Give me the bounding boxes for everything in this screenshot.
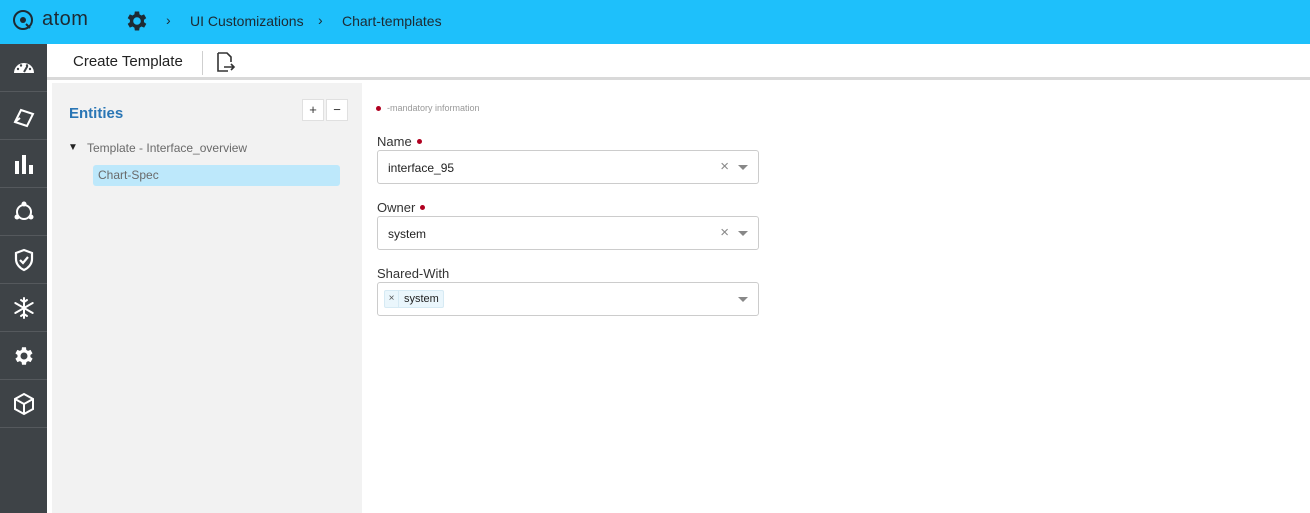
name-label: Name	[377, 134, 422, 149]
nav-inventory[interactable]	[0, 92, 47, 140]
snowflake-icon	[13, 296, 34, 319]
chip-label: system	[404, 293, 439, 305]
entities-title: Entities	[69, 105, 124, 122]
nav-freeze[interactable]	[0, 284, 47, 332]
mandatory-note: -mandatory information	[376, 103, 480, 113]
logo-text: atom	[42, 8, 89, 30]
left-nav	[0, 44, 47, 513]
nav-modules[interactable]	[0, 380, 47, 428]
required-dot-icon	[416, 139, 422, 144]
create-template-button[interactable]: Create Template	[73, 53, 183, 70]
nav-analytics[interactable]	[0, 140, 47, 188]
shared-with-select[interactable]: × system	[377, 282, 759, 316]
mandatory-note-text: -mandatory information	[387, 103, 480, 113]
toolbar-divider	[202, 51, 203, 75]
chevron-right-icon: ›	[318, 12, 323, 28]
shared-with-chip: × system	[384, 290, 444, 308]
owner-label-text: Owner	[377, 200, 416, 215]
remove-chip-icon[interactable]: ×	[385, 291, 399, 307]
tree-item-template[interactable]: Template - Interface_overview	[87, 141, 247, 155]
atom-logo-icon	[13, 9, 33, 30]
breadcrumb-chart-templates[interactable]: Chart-templates	[342, 13, 442, 29]
mandatory-dot-icon	[376, 105, 381, 111]
chevron-down-icon[interactable]	[738, 297, 748, 302]
entities-panel: Entities + − ▼ Template - Interface_over…	[52, 83, 362, 513]
chevron-right-icon: ›	[166, 12, 171, 28]
nav-security[interactable]	[0, 236, 47, 284]
name-label-text: Name	[377, 134, 412, 149]
export-file-icon	[217, 52, 236, 72]
clear-icon[interactable]: ×	[720, 159, 729, 175]
app-logo[interactable]: atom	[12, 8, 88, 31]
add-entity-button[interactable]: +	[302, 99, 324, 121]
nav-dashboard[interactable]	[0, 44, 47, 92]
chevron-down-icon[interactable]	[738, 231, 748, 236]
top-bar: atom › UI Customizations › Chart-templat…	[0, 0, 1310, 44]
owner-value: system	[388, 227, 427, 241]
chevron-down-icon[interactable]	[738, 165, 748, 170]
settings-gear-icon[interactable]	[124, 8, 150, 39]
remove-entity-button[interactable]: −	[326, 99, 348, 121]
workflow-icon	[14, 201, 33, 220]
gear-icon	[14, 346, 33, 365]
cube-icon	[13, 392, 34, 415]
owner-select[interactable]: system ×	[377, 216, 759, 250]
name-value: interface_95	[388, 161, 455, 175]
inventory-icon	[13, 108, 34, 127]
shared-with-label: Shared-With	[377, 266, 449, 281]
breadcrumb-ui-customizations[interactable]: UI Customizations	[190, 13, 304, 29]
tree-item-chart-spec[interactable]: Chart-Spec	[93, 165, 340, 186]
nav-workflow[interactable]	[0, 188, 47, 236]
owner-label: Owner	[377, 200, 426, 215]
dashboard-icon	[13, 62, 34, 73]
shared-with-label-text: Shared-With	[377, 266, 450, 281]
clear-icon[interactable]: ×	[720, 225, 729, 241]
name-select[interactable]: interface_95 ×	[377, 150, 759, 184]
nav-settings[interactable]	[0, 332, 47, 380]
export-button[interactable]	[214, 51, 236, 78]
toolbar: Create Template	[47, 44, 1310, 80]
required-dot-icon	[420, 205, 426, 210]
tree-expand-icon[interactable]: ▼	[68, 142, 78, 153]
bar-chart-icon	[14, 154, 33, 174]
shield-icon	[14, 248, 33, 271]
